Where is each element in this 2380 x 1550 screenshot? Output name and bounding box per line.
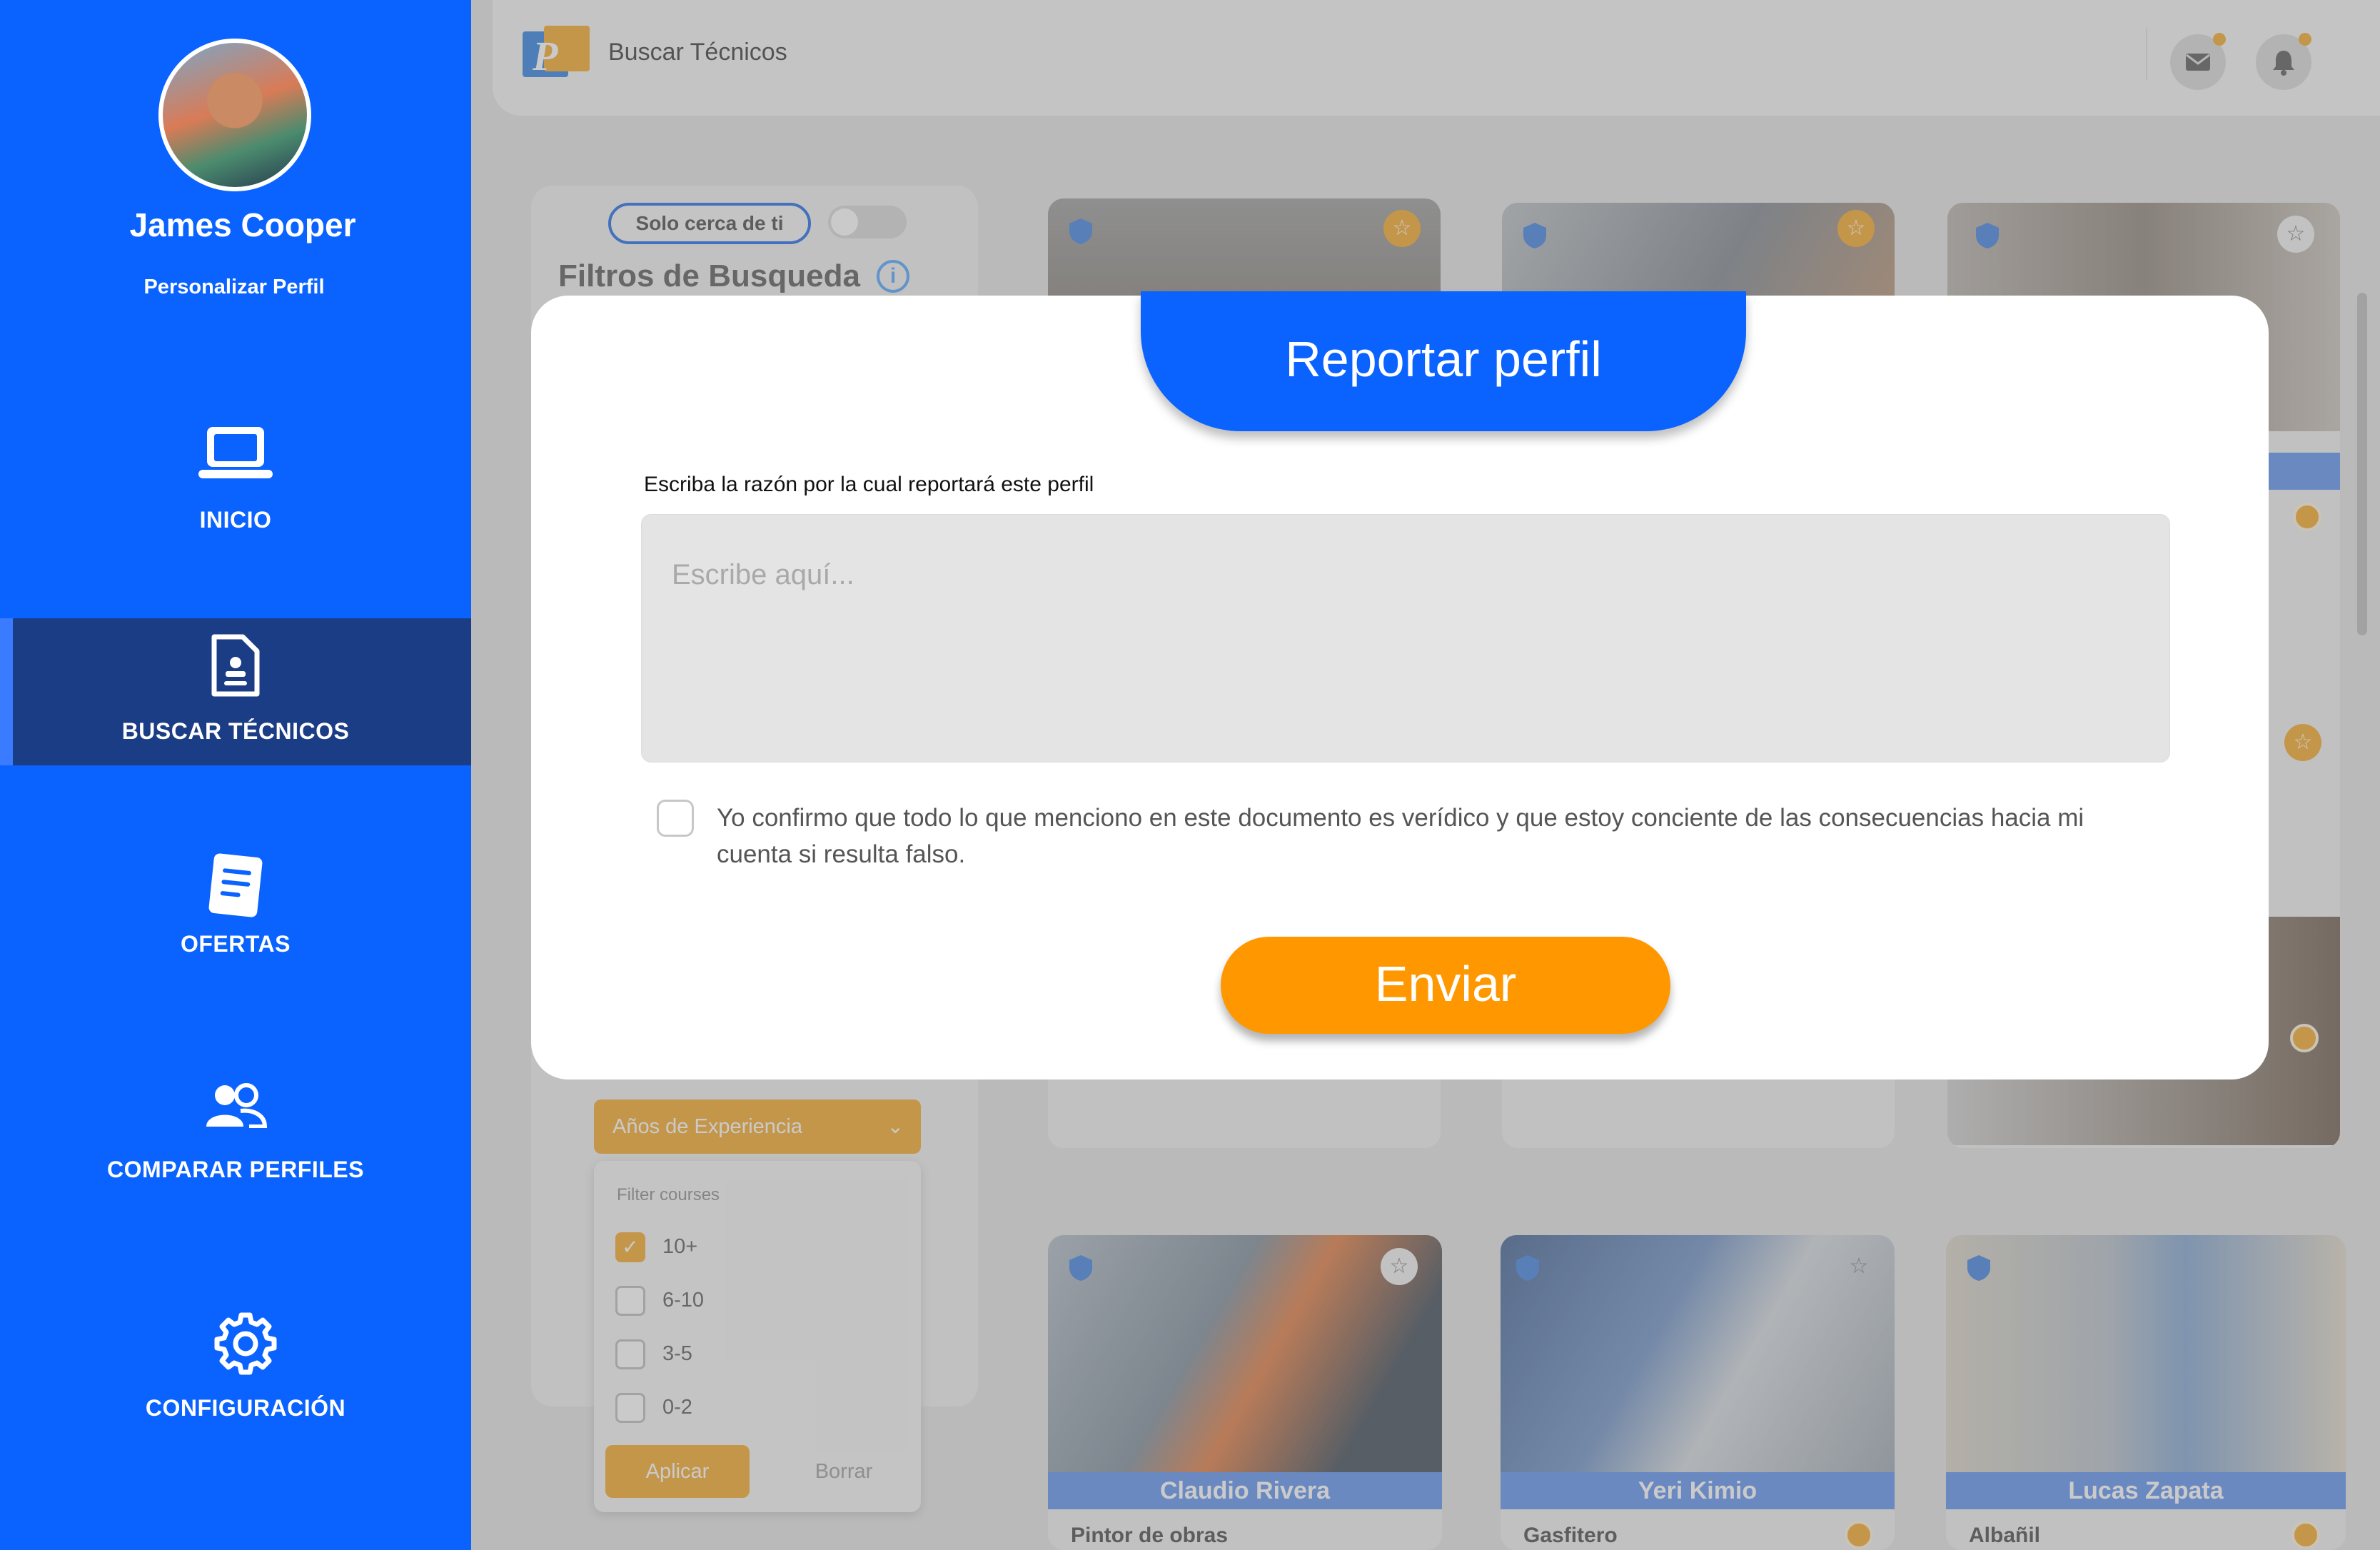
sidebar-item-buscar-tecnicos[interactable]: BUSCAR TÉCNICOS	[0, 618, 471, 765]
sidebar-item-label: OFERTAS	[180, 931, 291, 957]
document-icon	[211, 634, 260, 697]
user-name: James Cooper	[129, 206, 356, 243]
confirm-text: Yo confirmo que todo lo que menciono en …	[717, 804, 2084, 868]
sidebar-item-label: CONFIGURACIÓN	[145, 1395, 346, 1421]
offers-icon	[208, 853, 263, 917]
sidebar-item-label: INICIO	[199, 507, 272, 533]
gear-icon	[214, 1312, 277, 1375]
sidebar-item-inicio[interactable]: INICIO	[0, 407, 471, 543]
sidebar-item-label: BUSCAR TÉCNICOS	[121, 718, 350, 744]
sidebar-item-ofertas[interactable]: OFERTAS	[0, 842, 471, 978]
modal-title: Reportar perfil	[1141, 291, 1746, 431]
customize-profile-link[interactable]: Personalizar Perfil	[0, 276, 468, 299]
users-icon	[206, 1083, 268, 1128]
sidebar-item-label: COMPARAR PERFILES	[107, 1157, 364, 1182]
reason-label: Escriba la razón por la cual reportará e…	[644, 473, 1094, 496]
sidebar-item-comparar-perfiles[interactable]: COMPARAR PERFILES	[0, 1071, 471, 1207]
reason-input[interactable]	[641, 514, 2170, 763]
sidebar: James Cooper Personalizar Perfil INICIO …	[0, 0, 471, 1550]
confirm-checkbox[interactable]	[657, 800, 694, 837]
avatar[interactable]	[158, 39, 311, 191]
laptop-icon	[198, 427, 273, 478]
send-button[interactable]: Enviar	[1221, 937, 1670, 1034]
sidebar-item-configuracion[interactable]: CONFIGURACIÓN	[10, 1311, 481, 1446]
